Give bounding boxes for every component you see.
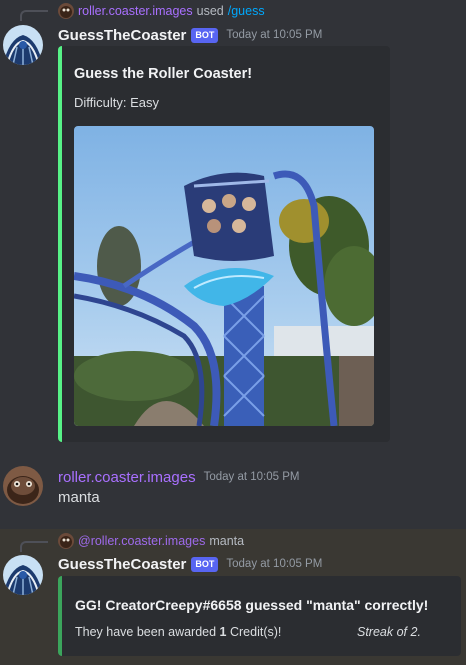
reply-message: manta: [209, 534, 245, 548]
reply-username[interactable]: roller.coaster.images: [78, 4, 193, 18]
reply-avatar: [58, 533, 74, 549]
message-header: GuessTheCoaster BOT Today at 10:05 PM: [58, 26, 322, 44]
reply-avatar: [58, 3, 74, 19]
result-embed: GG! CreatorCreepy#6658 guessed "manta" c…: [58, 576, 461, 656]
credit-count: 1: [219, 625, 227, 639]
reply-command[interactable]: /guess: [228, 4, 265, 18]
award-prefix: They have been awarded: [75, 625, 220, 639]
reply-reference[interactable]: roller.coaster.images used /guess: [58, 2, 265, 20]
message-header: GuessTheCoaster BOT Today at 10:05 PM: [58, 555, 322, 573]
author-name[interactable]: GuessTheCoaster: [58, 27, 186, 44]
embed-description: Difficulty: Easy: [74, 95, 160, 110]
bot-badge: BOT: [191, 556, 219, 572]
reply-connector: [20, 541, 48, 552]
coaster-image[interactable]: [74, 126, 374, 426]
embed-title: GG! CreatorCreepy#6658 guessed "manta" c…: [75, 597, 429, 613]
embed-description: They have been awarded 1 Credit(s)!: [75, 625, 281, 639]
reply-reference[interactable]: @roller.coaster.images manta: [58, 532, 248, 550]
reply-action: used: [196, 4, 224, 18]
streak-text: Streak of 2.: [357, 625, 421, 639]
award-suffix: Credit(s)!: [226, 625, 282, 639]
timestamp[interactable]: Today at 10:05 PM: [204, 471, 300, 483]
bot-badge: BOT: [191, 27, 219, 43]
reply-mention[interactable]: @roller.coaster.images: [78, 534, 205, 548]
bot-avatar[interactable]: [3, 555, 43, 595]
message-header: roller.coaster.images Today at 10:05 PM: [58, 468, 299, 486]
author-name[interactable]: GuessTheCoaster: [58, 556, 186, 573]
guess-embed: Guess the Roller Coaster! Difficulty: Ea…: [58, 46, 390, 442]
timestamp[interactable]: Today at 10:05 PM: [226, 29, 322, 41]
author-name[interactable]: roller.coaster.images: [58, 469, 196, 486]
timestamp[interactable]: Today at 10:05 PM: [226, 558, 322, 570]
embed-title: Guess the Roller Coaster!: [74, 66, 253, 82]
reply-connector: [20, 10, 48, 21]
bot-avatar[interactable]: [3, 25, 43, 65]
message-text: manta: [58, 489, 100, 506]
user-avatar[interactable]: [3, 466, 43, 506]
